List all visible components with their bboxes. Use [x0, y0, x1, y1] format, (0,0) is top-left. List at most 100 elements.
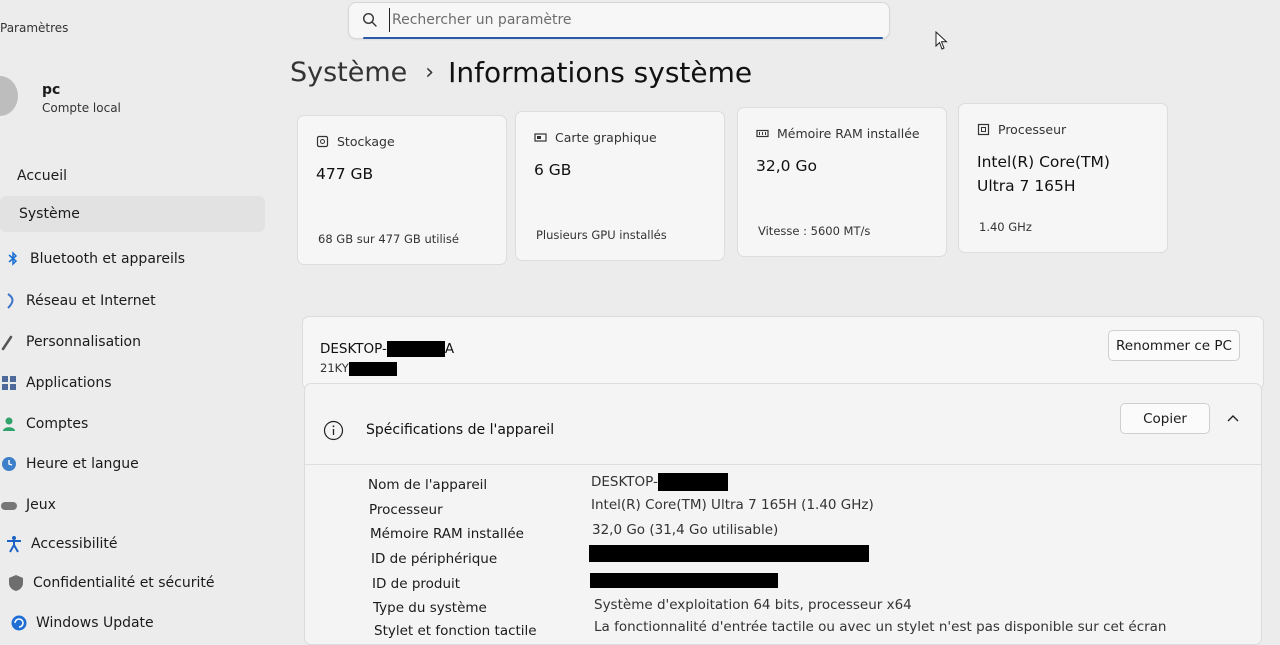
cpu-label: Processeur [998, 122, 1067, 137]
ram-card[interactable]: Mémoire RAM installée 32,0 Go Vitesse : … [737, 107, 947, 257]
cpu-card[interactable]: Processeur Intel(R) Core(TM) Ultra 7 165… [958, 103, 1168, 253]
cpu-value: Intel(R) Core(TM) Ultra 7 165H [977, 153, 1110, 195]
clock-globe-icon [2, 457, 16, 471]
gpu-footer: Plusieurs GPU installés [536, 228, 667, 242]
update-icon [11, 615, 27, 631]
ram-speed: Vitesse : 5600 MT/s [758, 224, 871, 238]
sidebar-item-windows-update[interactable]: Windows Update [10, 605, 154, 641]
sidebar-item-comptes[interactable]: Comptes [0, 406, 88, 442]
redaction-bar [657, 473, 728, 491]
sidebar-item-heure-langue[interactable]: Heure et langue [0, 446, 139, 482]
accessibility-icon [7, 536, 21, 553]
device-name-suffix: A [444, 341, 455, 357]
sidebar-item-label: Windows Update [36, 615, 154, 631]
redaction-bar [589, 545, 869, 562]
breadcrumb-separator: › [425, 60, 435, 85]
storage-label: Stockage [337, 134, 395, 149]
ram-label: Mémoire RAM installée [777, 126, 920, 141]
user-name: pc [42, 82, 61, 98]
shield-icon [9, 575, 23, 591]
spec-value [589, 545, 869, 562]
spec-label: Mémoire RAM installée [370, 526, 524, 542]
gpu-card-header: Carte graphique [534, 130, 657, 145]
sidebar-item-label: Réseau et Internet [26, 293, 156, 309]
sidebar-item-applications[interactable]: Applications [0, 365, 112, 401]
device-model-prefix: 21KY [320, 361, 349, 375]
cpu-card-header: Processeur [977, 122, 1066, 137]
storage-usage: 68 GB sur 477 GB utilisé [318, 232, 459, 246]
storage-icon [316, 135, 329, 148]
storage-card-header: Stockage [316, 134, 395, 149]
apps-icon [2, 376, 16, 390]
gpu-card[interactable]: Carte graphique 6 GB Plusieurs GPU insta… [515, 111, 725, 261]
sidebar-item-reseau[interactable]: Réseau et Internet [0, 283, 156, 319]
sidebar-item-label: Système [19, 206, 80, 222]
ram-value: 32,0 Go [756, 157, 817, 175]
sidebar-item-label: Applications [26, 375, 112, 391]
cpu-icon [977, 123, 990, 136]
sidebar-item-accueil[interactable]: Accueil [17, 158, 67, 194]
info-icon [323, 420, 344, 441]
search-input[interactable] [389, 8, 872, 32]
storage-value: 477 GB [316, 165, 374, 183]
sidebar-item-label: Personnalisation [26, 334, 141, 350]
sidebar-item-systeme[interactable]: Système [0, 196, 265, 232]
spec-label: ID de produit [372, 576, 461, 592]
search-icon [362, 12, 377, 27]
page-title: Informations système [448, 56, 753, 89]
spec-label: Processeur [369, 502, 443, 518]
sidebar-item-label: Confidentialité et sécurité [33, 575, 215, 591]
network-icon [7, 293, 14, 309]
chevron-up-icon[interactable] [1226, 412, 1240, 426]
device-specs-header[interactable]: Spécifications de l'appareil Copier [305, 384, 1261, 465]
ram-icon [756, 129, 769, 138]
sidebar-item-label: Accueil [17, 168, 67, 184]
redaction-bar [590, 572, 778, 588]
spec-value: DESKTOP- [591, 473, 728, 491]
sidebar-item-bluetooth[interactable]: Bluetooth et appareils [4, 241, 185, 277]
rename-pc-button[interactable]: Renommer ce PC [1108, 330, 1240, 361]
sidebar-item-confidentialite[interactable]: Confidentialité et sécurité [7, 565, 214, 601]
sidebar-item-label: Jeux [26, 497, 56, 513]
sidebar-item-label: Bluetooth et appareils [30, 251, 186, 267]
search-box[interactable] [348, 2, 890, 39]
mouse-cursor-icon [935, 31, 948, 50]
cpu-frequency: 1.40 GHz [979, 220, 1032, 234]
spec-label: ID de périphérique [371, 551, 498, 567]
copy-button[interactable]: Copier [1120, 403, 1210, 434]
account-type: Compte local [42, 101, 121, 115]
sidebar-item-label: Comptes [26, 416, 89, 432]
breadcrumb-parent[interactable]: Système [290, 57, 407, 88]
sidebar-item-jeux[interactable]: Jeux [0, 487, 56, 523]
device-specs-panel: Spécifications de l'appareil Copier Nom … [304, 383, 1262, 645]
redaction-bar [348, 361, 397, 376]
spec-value: Système d'exploitation 64 bits, processe… [594, 597, 912, 613]
spec-value: Intel(R) Core(TM) Ultra 7 165H (1.40 GHz… [591, 497, 874, 513]
gamepad-icon [1, 502, 17, 510]
device-name-prefix: DESKTOP- [320, 341, 387, 357]
person-icon [3, 417, 15, 431]
spec-label: Type du système [373, 600, 487, 616]
spec-value [590, 572, 778, 588]
spec-label: Stylet et fonction tactile [374, 623, 537, 639]
brush-icon [1, 335, 13, 351]
sidebar-item-accessibilite[interactable]: Accessibilité [5, 526, 117, 562]
spec-label: Nom de l'appareil [368, 477, 488, 493]
breadcrumb: Système › Informations système [290, 56, 752, 89]
ram-card-header: Mémoire RAM installée [756, 126, 920, 141]
device-model: 21KY [320, 361, 397, 376]
sidebar-item-personnalisation[interactable]: Personnalisation [0, 324, 141, 360]
spec-value: La fonctionnalité d'entrée tactile ou av… [594, 619, 1167, 635]
bluetooth-icon [8, 251, 18, 266]
device-name-row: DESKTOP- A 21KY Renommer ce PC [302, 316, 1264, 390]
gpu-value: 6 GB [534, 161, 572, 179]
spec-value-text: DESKTOP- [591, 474, 658, 490]
device-name: DESKTOP- A [320, 341, 454, 357]
redaction-bar [386, 341, 445, 357]
spec-value: 32,0 Go (31,4 Go utilisable) [592, 522, 779, 538]
storage-card[interactable]: Stockage 477 GB 68 GB sur 477 GB utilisé [297, 115, 507, 265]
device-specs-title: Spécifications de l'appareil [366, 422, 555, 438]
gpu-icon [534, 133, 547, 142]
gpu-label: Carte graphique [555, 130, 657, 145]
app-title: Paramètres [0, 21, 69, 35]
